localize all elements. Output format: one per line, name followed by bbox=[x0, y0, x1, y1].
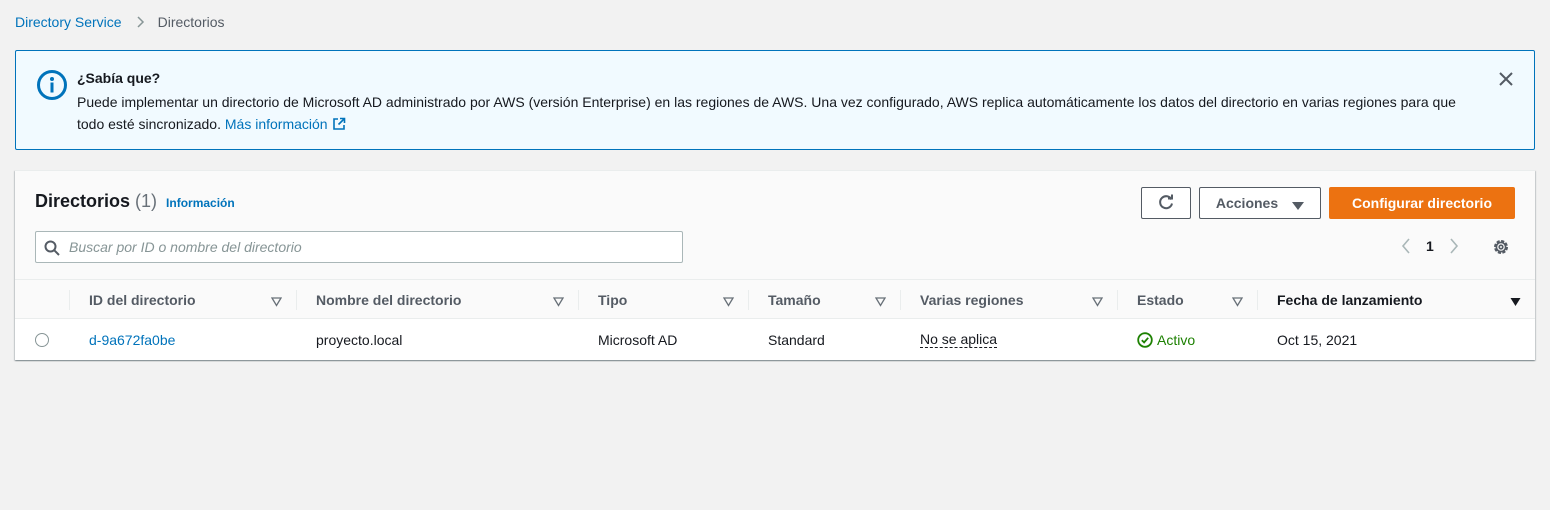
column-label: Varias regiones bbox=[920, 291, 1024, 308]
column-label: Tipo bbox=[598, 291, 628, 308]
column-divider bbox=[1257, 290, 1258, 310]
sort-icon bbox=[1231, 294, 1244, 307]
column-label: Estado bbox=[1137, 291, 1184, 308]
actions-label: Acciones bbox=[1215, 195, 1279, 211]
cell-id: d-9a672fa0be bbox=[69, 319, 296, 360]
row-select-radio[interactable] bbox=[35, 333, 49, 347]
column-divider bbox=[296, 290, 297, 310]
chevron-right-icon bbox=[134, 16, 146, 28]
column-divider bbox=[900, 290, 901, 310]
directory-type: Microsoft AD bbox=[598, 331, 678, 348]
learn-more-link[interactable]: Más información bbox=[225, 116, 346, 132]
close-icon[interactable] bbox=[1498, 71, 1514, 87]
next-page-icon[interactable] bbox=[1446, 237, 1462, 255]
column-header-multi-region[interactable]: Varias regiones bbox=[900, 280, 1117, 319]
page-number[interactable]: 1 bbox=[1426, 238, 1434, 254]
status-text: Activo bbox=[1157, 331, 1196, 348]
search-input[interactable] bbox=[67, 232, 667, 262]
sort-icon bbox=[722, 294, 735, 307]
refresh-icon bbox=[1157, 193, 1175, 214]
column-label: Fecha de lanzamiento bbox=[1277, 291, 1423, 308]
column-label: Tamaño bbox=[768, 291, 821, 308]
external-link-icon bbox=[332, 115, 346, 130]
table-header: ID del directorio Nombre del directorio … bbox=[15, 280, 1535, 319]
search-field bbox=[35, 231, 683, 263]
launch-date: Oct 15, 2021 bbox=[1277, 331, 1358, 348]
column-divider bbox=[748, 290, 749, 310]
breadcrumb: Directory Service Directorios bbox=[15, 14, 225, 30]
previous-page-icon[interactable] bbox=[1398, 237, 1414, 255]
gear-icon[interactable] bbox=[1492, 238, 1510, 256]
caret-down-icon bbox=[1292, 198, 1305, 210]
column-divider bbox=[69, 290, 70, 310]
directory-name: proyecto.local bbox=[316, 331, 403, 348]
configure-directory-button[interactable]: Configurar directorio bbox=[1329, 187, 1515, 219]
breadcrumb-current: Directorios bbox=[157, 14, 225, 30]
column-header-id[interactable]: ID del directorio bbox=[69, 280, 296, 319]
actions-dropdown[interactable]: Acciones bbox=[1199, 187, 1321, 219]
column-divider bbox=[578, 290, 579, 310]
column-header-type[interactable]: Tipo bbox=[578, 280, 748, 319]
directory-id-link[interactable]: d-9a672fa0be bbox=[89, 332, 175, 348]
sort-icon bbox=[552, 294, 565, 307]
cell-status: Activo bbox=[1117, 319, 1257, 360]
cell-launch-date: Oct 15, 2021 bbox=[1257, 319, 1535, 360]
sort-icon bbox=[270, 294, 283, 307]
cell-name: proyecto.local bbox=[296, 319, 578, 360]
panel-title: Directorios (1) Información bbox=[35, 191, 235, 212]
info-alert: ¿Sabía que? Puede implementar un directo… bbox=[15, 50, 1535, 150]
column-header-size[interactable]: Tamaño bbox=[748, 280, 900, 319]
cell-multi-region: No se aplica bbox=[900, 319, 1117, 360]
alert-title: ¿Sabía que? bbox=[77, 70, 161, 86]
search-icon bbox=[44, 240, 60, 256]
panel-header: Directorios (1) Información Acciones Con… bbox=[15, 171, 1535, 280]
sort-descending-icon bbox=[1510, 294, 1521, 306]
column-header-launch-date[interactable]: Fecha de lanzamiento bbox=[1257, 280, 1535, 319]
column-header-name[interactable]: Nombre del directorio bbox=[296, 280, 578, 319]
column-header-status[interactable]: Estado bbox=[1117, 280, 1257, 319]
directory-size: Standard bbox=[768, 331, 825, 348]
multi-region-value[interactable]: No se aplica bbox=[920, 331, 998, 348]
column-label: ID del directorio bbox=[89, 291, 196, 308]
cell-type: Microsoft AD bbox=[578, 319, 748, 360]
info-icon bbox=[36, 69, 68, 101]
learn-more-label: Más información bbox=[224, 116, 328, 132]
refresh-button[interactable] bbox=[1141, 187, 1191, 219]
table-row[interactable]: d-9a672fa0be proyecto.local Microsoft AD… bbox=[15, 319, 1535, 360]
pagination: 1 bbox=[1398, 237, 1462, 255]
sort-icon bbox=[1091, 294, 1104, 307]
cell-size: Standard bbox=[748, 319, 900, 360]
breadcrumb-directory-service[interactable]: Directory Service bbox=[15, 14, 122, 30]
check-circle-icon bbox=[1137, 331, 1153, 348]
info-link[interactable]: Información bbox=[166, 196, 235, 210]
directories-panel: Directorios (1) Información Acciones Con… bbox=[15, 170, 1535, 360]
sort-icon bbox=[874, 294, 887, 307]
status-badge: Activo bbox=[1137, 332, 1195, 348]
column-label: Nombre del directorio bbox=[316, 291, 462, 308]
alert-body: Puede implementar un directorio de Micro… bbox=[77, 91, 1487, 135]
directory-count: (1) bbox=[135, 191, 158, 211]
column-divider bbox=[1117, 290, 1118, 310]
panel-title-text: Directorios bbox=[35, 191, 131, 211]
